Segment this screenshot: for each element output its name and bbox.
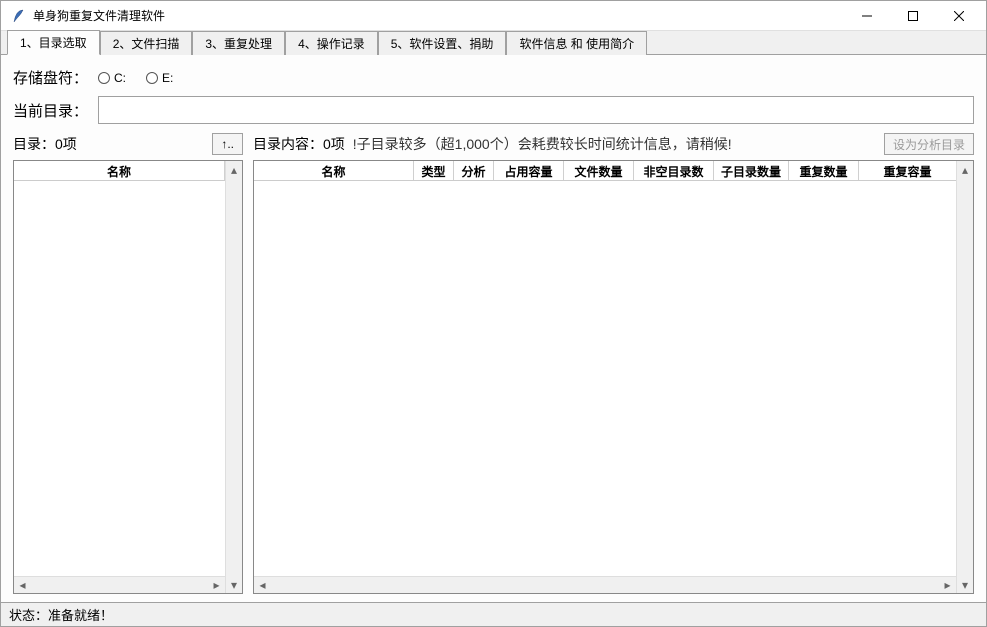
col-type[interactable]: 类型	[414, 161, 454, 180]
drive-label: C:	[114, 71, 126, 85]
radio-icon	[98, 72, 110, 84]
set-analyze-dir-button[interactable]: 设为分析目录	[884, 133, 974, 155]
storage-label: 存储盘符：	[13, 67, 88, 88]
current-dir-label: 当前目录：	[13, 100, 88, 121]
col-name[interactable]: 名称	[14, 161, 225, 180]
tab-bar: 1、目录选取 2、文件扫描 3、重复处理 4、操作记录 5、软件设置、捐助 软件…	[1, 31, 986, 55]
close-button[interactable]	[936, 1, 982, 31]
left-pane-header: 目录：0项 ↑..	[13, 132, 243, 156]
storage-row: 存储盘符： C: E:	[13, 67, 974, 88]
dir-count-label: 目录：0项	[13, 134, 77, 154]
col-dup-count[interactable]: 重复数量	[789, 161, 859, 180]
scroll-up-icon: ▴	[957, 161, 973, 178]
tab-about[interactable]: 软件信息 和 使用简介	[506, 31, 647, 55]
hscrollbar[interactable]: ◂ ▸	[254, 576, 956, 593]
tab-directory-select[interactable]: 1、目录选取	[7, 30, 100, 55]
drive-radio-e[interactable]: E:	[146, 71, 173, 85]
tab-settings-donate[interactable]: 5、软件设置、捐助	[378, 31, 507, 55]
content-list-body[interactable]	[254, 181, 956, 576]
tab-file-scan[interactable]: 2、文件扫描	[100, 31, 193, 55]
col-dup-size[interactable]: 重复容量	[859, 161, 956, 180]
col-name[interactable]: 名称	[254, 161, 414, 180]
col-analyze[interactable]: 分析	[454, 161, 494, 180]
tab-content: 存储盘符： C: E: 当前目录： 目录：0项 ↑..	[1, 55, 986, 602]
right-pane: 目录内容：0项 !子目录较多（超1,000个）会耗费较长时间统计信息，请稍候! …	[253, 132, 974, 594]
scroll-up-icon: ▴	[226, 161, 242, 178]
title-bar: 单身狗重复文件清理软件	[1, 1, 986, 31]
right-pane-header: 目录内容：0项 !子目录较多（超1,000个）会耗费较长时间统计信息，请稍候! …	[253, 132, 974, 156]
drive-label: E:	[162, 71, 173, 85]
minimize-button[interactable]	[844, 1, 890, 31]
scroll-down-icon: ▾	[226, 576, 242, 593]
drive-radio-c[interactable]: C:	[98, 71, 126, 85]
content-list-header: 名称 类型 分析 占用容量 文件数量 非空目录数 子目录数量 重复数量 重复容量	[254, 161, 956, 181]
col-file-count[interactable]: 文件数量	[564, 161, 634, 180]
scroll-left-icon: ◂	[14, 577, 31, 593]
vscrollbar[interactable]: ▴ ▾	[225, 161, 242, 593]
maximize-button[interactable]	[890, 1, 936, 31]
hscrollbar[interactable]: ◂ ▸	[14, 576, 225, 593]
content-count-label: 目录内容：0项	[253, 134, 345, 154]
col-subdir-count[interactable]: 子目录数量	[714, 161, 789, 180]
drive-radio-group: C: E:	[98, 71, 173, 85]
left-pane: 目录：0项 ↑.. 名称 ◂ ▸	[13, 132, 243, 594]
scroll-down-icon: ▾	[957, 576, 973, 593]
vscrollbar[interactable]: ▴ ▾	[956, 161, 973, 593]
scroll-right-icon: ▸	[208, 577, 225, 593]
app-icon	[11, 8, 27, 24]
status-text: 状态：准备就绪！	[9, 605, 113, 624]
current-dir-row: 当前目录：	[13, 96, 974, 124]
current-dir-input[interactable]	[98, 96, 974, 124]
content-listview: 名称 类型 分析 占用容量 文件数量 非空目录数 子目录数量 重复数量 重复容量	[253, 160, 974, 594]
tab-dup-process[interactable]: 3、重复处理	[192, 31, 285, 55]
col-nonempty-dir[interactable]: 非空目录数	[634, 161, 714, 180]
radio-icon	[146, 72, 158, 84]
tab-op-log[interactable]: 4、操作记录	[285, 31, 378, 55]
dir-list-header: 名称	[14, 161, 225, 181]
dir-list-body[interactable]	[14, 181, 225, 576]
warning-text: !子目录较多（超1,000个）会耗费较长时间统计信息，请稍候!	[353, 134, 732, 154]
col-size[interactable]: 占用容量	[494, 161, 564, 180]
status-bar: 状态：准备就绪！	[1, 602, 986, 626]
scroll-right-icon: ▸	[939, 577, 956, 593]
up-dir-button[interactable]: ↑..	[212, 133, 243, 155]
scroll-left-icon: ◂	[254, 577, 271, 593]
window-title: 单身狗重复文件清理软件	[33, 7, 844, 24]
dir-listview: 名称 ◂ ▸ ▴ ▾	[13, 160, 243, 594]
panes: 目录：0项 ↑.. 名称 ◂ ▸	[13, 132, 974, 594]
